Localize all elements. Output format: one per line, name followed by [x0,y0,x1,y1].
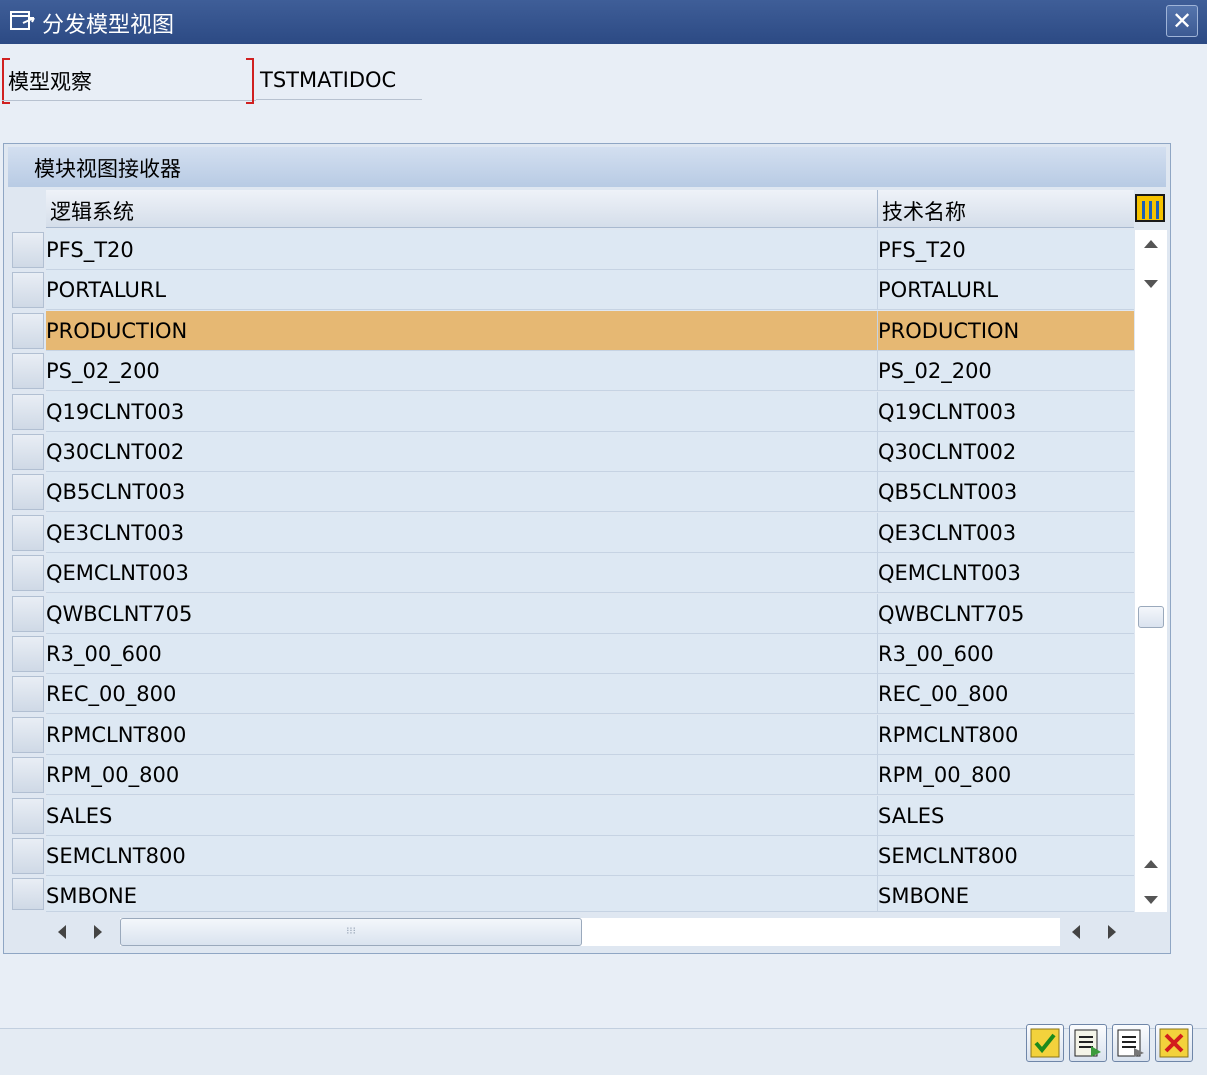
row-selector[interactable] [12,514,44,551]
cell-logical-system[interactable]: REC_00_800 [46,674,878,715]
scroll-up-icon[interactable] [1144,240,1158,248]
cell-logical-system[interactable]: PRODUCTION [46,310,878,351]
detail-alt-icon [1117,1029,1144,1057]
row-selector[interactable] [12,434,44,470]
cell-logical-system[interactable]: PFS_T20 [46,230,878,270]
cell-technical-name[interactable]: PORTALURL [878,270,1134,311]
cell-technical-name[interactable]: QWBCLNT705 [878,593,1134,634]
cell-logical-system[interactable]: Q19CLNT003 [46,391,878,432]
row-selector[interactable] [12,312,44,349]
row-selector[interactable] [12,595,44,632]
row-selector[interactable] [12,757,44,794]
cell-technical-name[interactable]: QE3CLNT003 [878,512,1134,553]
receiver-table-group: 模块视图接收器 逻辑系统 技术名称 PFS_T20 PFS_T20 PORTALUR… [3,143,1171,954]
cell-logical-system[interactable]: R3_00_600 [46,634,878,674]
scroll-left-end-icon[interactable] [1072,925,1080,939]
horizontal-scroll-thumb[interactable]: ⁝⁝⁝ [120,918,582,946]
cell-technical-name[interactable]: RPM_00_800 [878,755,1134,796]
model-view-value: TSTMATIDOC [260,68,397,92]
scroll-down-icon[interactable] [1144,896,1158,904]
model-view-label: 模型观察 [8,70,92,94]
cell-technical-name[interactable]: RPMCLNT800 [878,714,1134,755]
scroll-page-up-icon[interactable] [1144,860,1158,868]
column-header-logical-system[interactable]: 逻辑系统 [46,190,878,228]
cell-logical-system[interactable]: QB5CLNT003 [46,472,878,513]
cell-technical-name[interactable]: R3_00_600 [878,634,1134,674]
table-settings-icon[interactable] [1135,194,1165,222]
scroll-right-end-icon[interactable] [1108,925,1116,939]
vertical-scroll-thumb[interactable] [1138,606,1164,628]
cancel-x-icon [1159,1028,1189,1058]
close-icon: ✕ [1171,7,1193,35]
row-selector[interactable] [12,878,44,911]
cell-technical-name[interactable]: REC_00_800 [878,674,1134,715]
scroll-right-icon[interactable] [94,925,102,939]
cell-technical-name[interactable]: PS_02_200 [878,351,1134,392]
title-bar: 分发模型视图 ✕ [0,0,1207,44]
table-title: 模块视图接收器 [8,147,1166,187]
cell-technical-name[interactable]: QEMCLNT003 [878,553,1134,594]
row-selector[interactable] [12,636,44,672]
cell-technical-name[interactable]: Q30CLNT002 [878,432,1134,472]
confirm-button[interactable] [1026,1024,1064,1062]
row-selector[interactable] [12,232,44,268]
cell-technical-name[interactable]: Q19CLNT003 [878,391,1134,432]
cell-logical-system[interactable]: SALES [46,795,878,836]
window-menu-icon[interactable] [10,10,36,32]
cell-logical-system[interactable]: Q30CLNT002 [46,432,878,472]
cancel-button[interactable] [1155,1024,1193,1062]
cell-technical-name[interactable]: SMBONE [878,876,1134,913]
cell-logical-system[interactable]: RPMCLNT800 [46,714,878,755]
row-selector[interactable] [12,716,44,753]
cell-technical-name[interactable]: PRODUCTION [878,310,1134,351]
cell-logical-system[interactable]: SEMCLNT800 [46,836,878,876]
horizontal-scrollbar[interactable]: ⁝⁝⁝ [46,914,1136,950]
checkmark-icon [1030,1028,1060,1058]
cell-technical-name[interactable]: QB5CLNT003 [878,472,1134,513]
column-header-technical-name[interactable]: 技术名称 [878,190,1134,228]
cell-logical-system[interactable]: QWBCLNT705 [46,593,878,634]
window-title: 分发模型视图 [42,13,175,38]
row-selector[interactable] [12,393,44,430]
cell-technical-name[interactable]: SEMCLNT800 [878,836,1134,876]
details-alt-button[interactable] [1112,1024,1150,1062]
row-selector-column [9,188,46,912]
row-selector[interactable] [12,838,44,874]
row-selector[interactable] [12,676,44,713]
cell-logical-system[interactable]: RPM_00_800 [46,755,878,796]
detail-icon [1074,1029,1101,1057]
vertical-scrollbar[interactable] [1135,230,1167,912]
cell-logical-system[interactable]: PORTALURL [46,270,878,311]
row-selector[interactable] [12,353,44,390]
scroll-page-down-icon[interactable] [1144,280,1158,288]
row-selector[interactable] [12,797,44,834]
cell-technical-name[interactable]: SALES [878,795,1134,836]
details-button[interactable] [1069,1024,1107,1062]
cell-logical-system[interactable]: PS_02_200 [46,351,878,392]
cell-logical-system[interactable]: QEMCLNT003 [46,553,878,594]
required-marker-right [246,58,254,104]
row-selector[interactable] [12,555,44,592]
cell-logical-system[interactable]: SMBONE [46,876,878,913]
row-selector[interactable] [12,272,44,309]
cell-technical-name[interactable]: PFS_T20 [878,230,1134,270]
cell-logical-system[interactable]: QE3CLNT003 [46,512,878,553]
row-selector[interactable] [12,474,44,511]
scroll-left-icon[interactable] [58,925,66,939]
close-button[interactable]: ✕ [1166,5,1198,37]
horizontal-scroll-track[interactable]: ⁝⁝⁝ [120,918,1060,946]
